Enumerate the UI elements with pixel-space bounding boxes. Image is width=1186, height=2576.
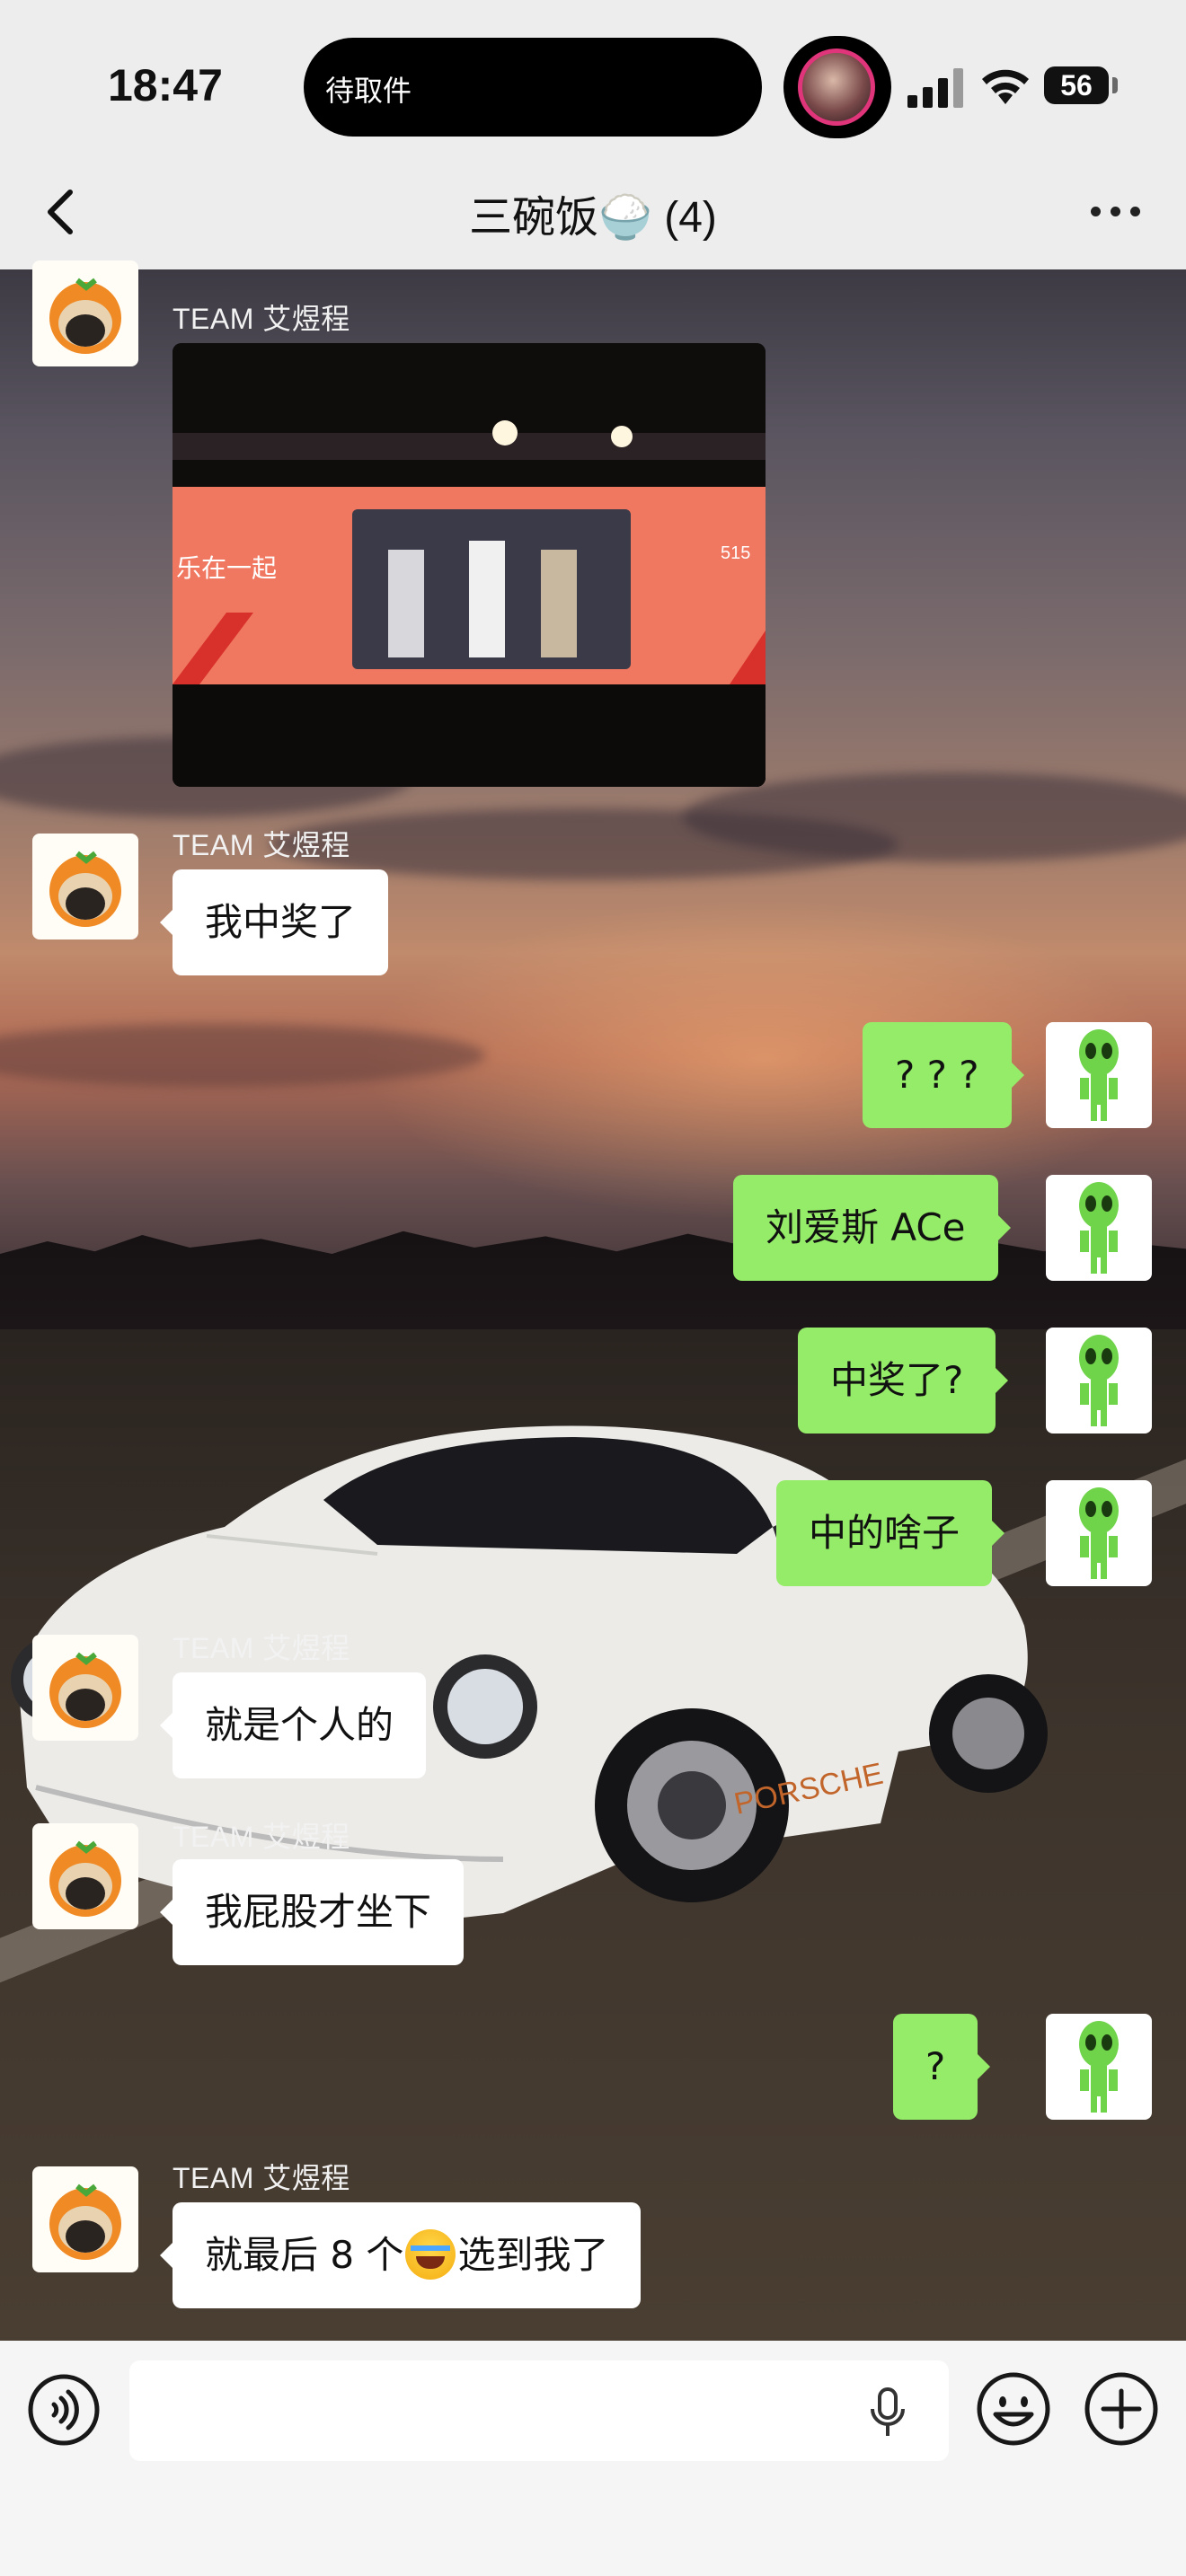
island-avatar-icon[interactable]: [783, 36, 891, 138]
sender-name: TEAM 艾煜程: [173, 829, 350, 861]
sender-name: TEAM 艾煜程: [173, 303, 350, 335]
emoji-picker-icon[interactable]: [976, 2371, 1051, 2447]
avatar-alien-icon[interactable]: [1046, 1480, 1152, 1586]
avatar-pug-icon[interactable]: [32, 1823, 138, 1929]
sender-name: TEAM 艾煜程: [173, 1632, 350, 1664]
avatar-alien-icon[interactable]: [1046, 1022, 1152, 1128]
message-bubble-outgoing[interactable]: ? ? ?: [863, 1022, 1024, 1128]
cellular-signal-icon: [907, 68, 963, 108]
avatar-alien-icon[interactable]: [1046, 1175, 1152, 1281]
message-text: 就最后 8 个: [205, 2233, 404, 2277]
photo-screen-text-left: 乐在一起: [176, 553, 277, 583]
avatar-pug-icon[interactable]: [32, 260, 138, 366]
more-options-icon[interactable]: [1084, 198, 1146, 225]
chat-title: 三碗饭🍚 (4): [469, 194, 717, 242]
message-bubble-incoming[interactable]: 我中奖了: [159, 869, 389, 975]
avatar-pug-icon[interactable]: [32, 834, 138, 940]
message-bubble-incoming[interactable]: 我屁股才坐下: [159, 1859, 465, 1965]
microphone-icon[interactable]: [868, 2387, 907, 2438]
photo-screen-text-right: 515: [721, 543, 750, 563]
message-bubble-outgoing[interactable]: 中奖了?: [798, 1328, 1009, 1434]
avatar-alien-icon[interactable]: [1046, 2014, 1152, 2120]
add-more-icon[interactable]: [1084, 2371, 1159, 2447]
message-photo[interactable]: 乐在一起 515: [173, 343, 766, 787]
island-label: 待取件: [325, 75, 412, 107]
message-text: 选到我了: [457, 2233, 609, 2277]
sender-name: TEAM 艾煜程: [173, 1821, 350, 1853]
sender-name: TEAM 艾煜程: [173, 2162, 350, 2194]
message-bubble-outgoing[interactable]: 中的啥子: [776, 1480, 1005, 1586]
avatar-alien-icon[interactable]: [1046, 1328, 1152, 1434]
avatar-pug-icon[interactable]: [32, 1635, 138, 1741]
message-bubble-incoming[interactable]: 就最后 8 个 选到我了: [159, 2202, 642, 2308]
message-input[interactable]: [129, 2360, 949, 2461]
wifi-icon: [982, 69, 1029, 104]
tears-of-joy-emoji-icon: [405, 2228, 456, 2280]
avatar-pug-icon[interactable]: [32, 2166, 138, 2272]
voice-input-icon[interactable]: [27, 2373, 101, 2447]
battery-indicator: 56: [1044, 66, 1109, 104]
message-bubble-outgoing[interactable]: 刘爱斯 ACe: [733, 1175, 1011, 1281]
message-bubble-incoming[interactable]: 就是个人的: [159, 1672, 427, 1778]
status-time: 18:47: [108, 60, 223, 110]
battery-tip: [1112, 77, 1118, 93]
message-bubble-outgoing[interactable]: ?: [893, 2014, 991, 2120]
